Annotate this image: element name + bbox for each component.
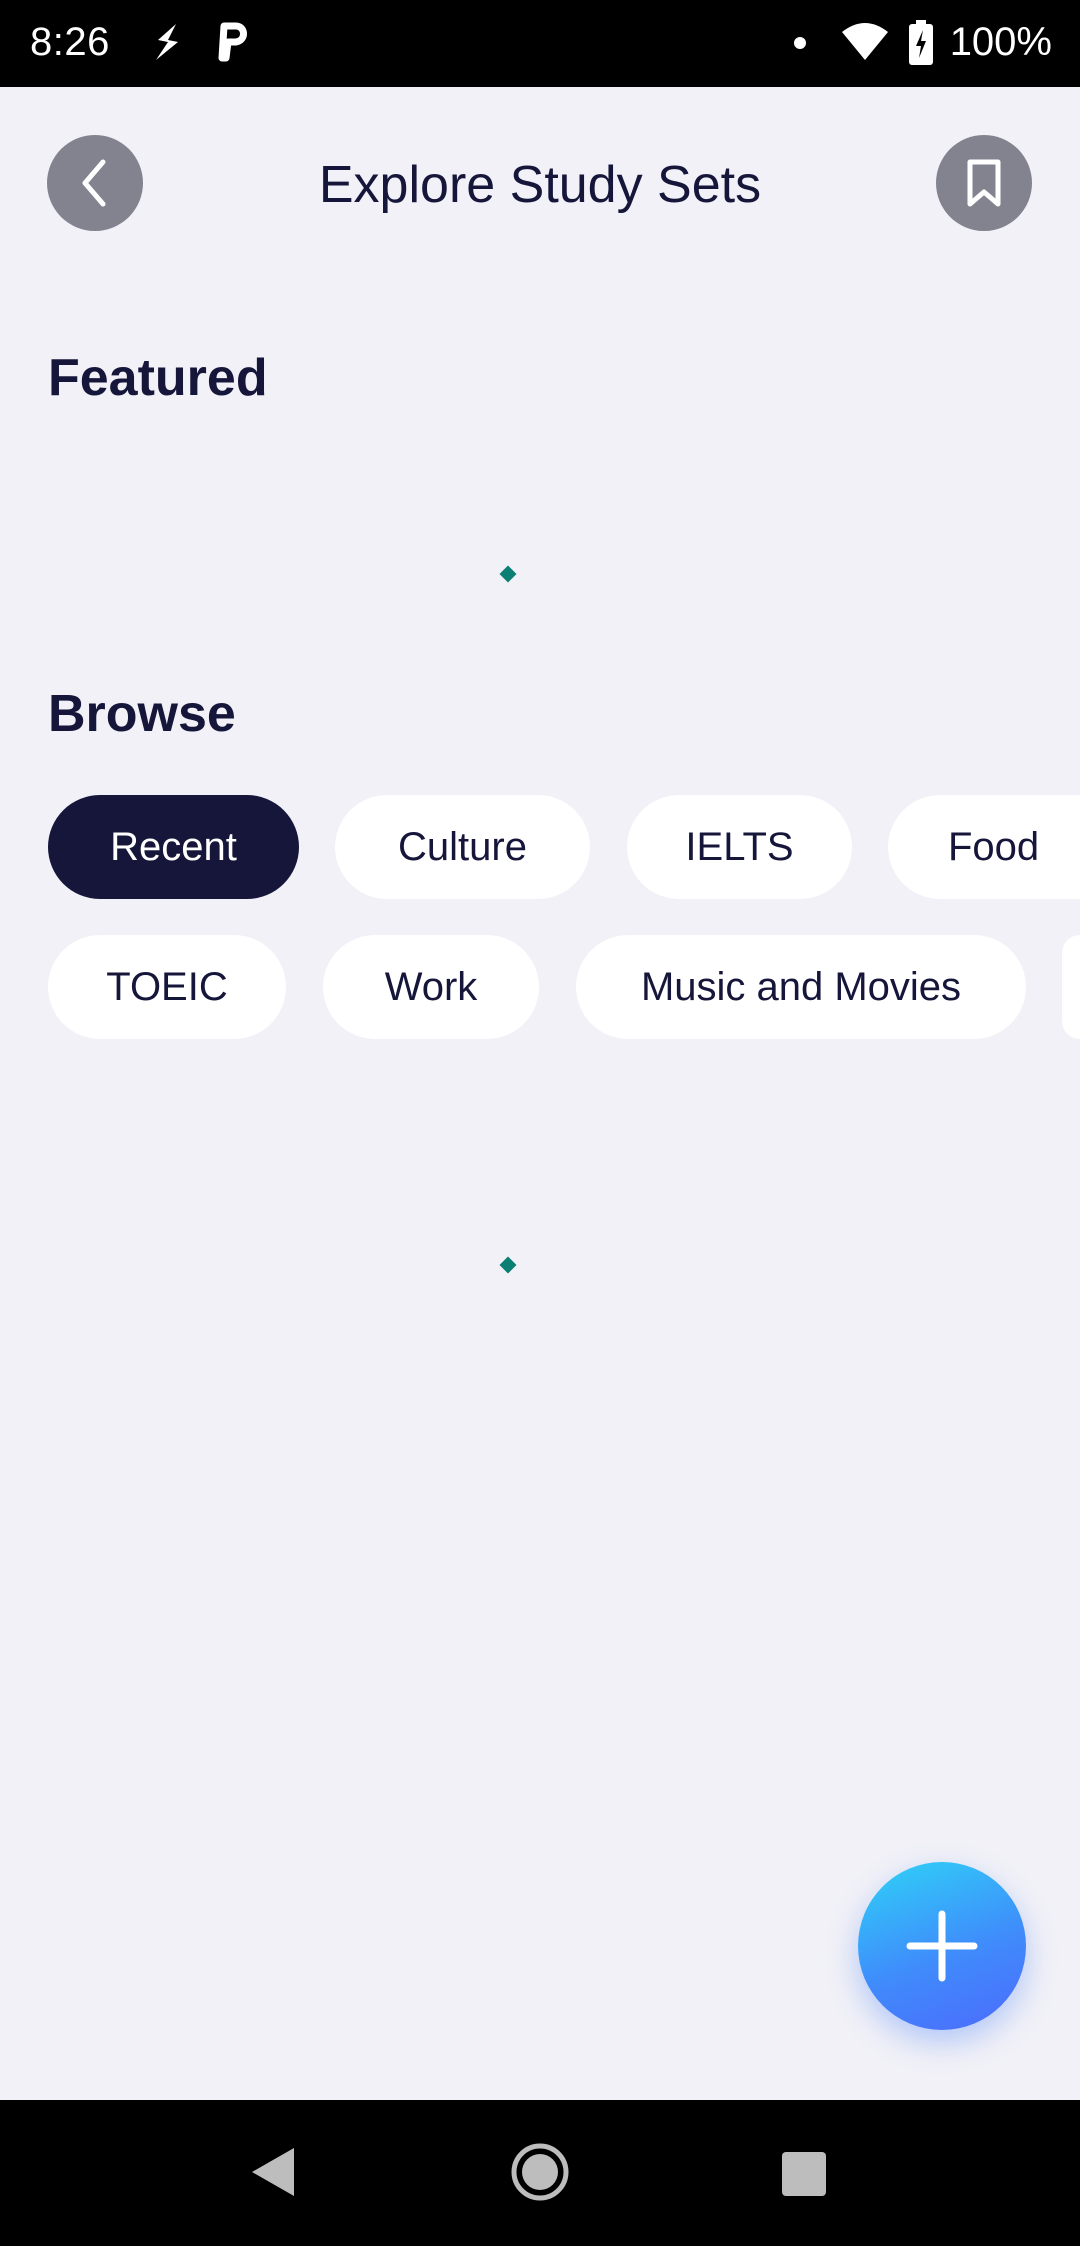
chip-toeic[interactable]: TOEIC bbox=[48, 935, 286, 1039]
header: Explore Study Sets bbox=[0, 87, 1080, 287]
browse-heading: Browse bbox=[48, 685, 236, 743]
chip-culture[interactable]: Culture bbox=[335, 795, 590, 899]
p-app-icon bbox=[214, 18, 250, 71]
featured-loading-spinner bbox=[499, 565, 517, 583]
bookmark-icon bbox=[964, 158, 1004, 208]
notification-dot-icon bbox=[793, 36, 807, 55]
chip-work[interactable]: Work bbox=[323, 935, 539, 1039]
battery-percentage: 100% bbox=[949, 20, 1052, 64]
browse-loading-spinner bbox=[499, 1256, 517, 1274]
battery-icon bbox=[908, 20, 934, 71]
chip-food[interactable]: Food bbox=[888, 795, 1080, 899]
plus-icon bbox=[906, 1910, 978, 1982]
wifi-icon bbox=[840, 22, 890, 67]
chip-music-and-movies[interactable]: Music and Movies bbox=[576, 935, 1026, 1039]
chip-ielts[interactable]: IELTS bbox=[627, 795, 852, 899]
chip-recent[interactable]: Recent bbox=[48, 795, 299, 899]
bookmark-button[interactable] bbox=[936, 135, 1032, 231]
status-bar: 8:26 100% bbox=[0, 0, 1080, 87]
recents-square-icon[interactable] bbox=[780, 2150, 828, 2203]
home-circle-icon[interactable] bbox=[510, 2142, 570, 2207]
add-study-set-button[interactable] bbox=[858, 1862, 1026, 2030]
status-time: 8:26 bbox=[30, 20, 110, 64]
featured-heading: Featured bbox=[48, 349, 268, 407]
s-app-icon bbox=[150, 18, 184, 71]
back-triangle-icon[interactable] bbox=[248, 2144, 298, 2205]
page-title: Explore Study Sets bbox=[318, 156, 762, 214]
system-navigation-bar bbox=[0, 2100, 1080, 2246]
chip-partial[interactable] bbox=[1062, 935, 1080, 1039]
